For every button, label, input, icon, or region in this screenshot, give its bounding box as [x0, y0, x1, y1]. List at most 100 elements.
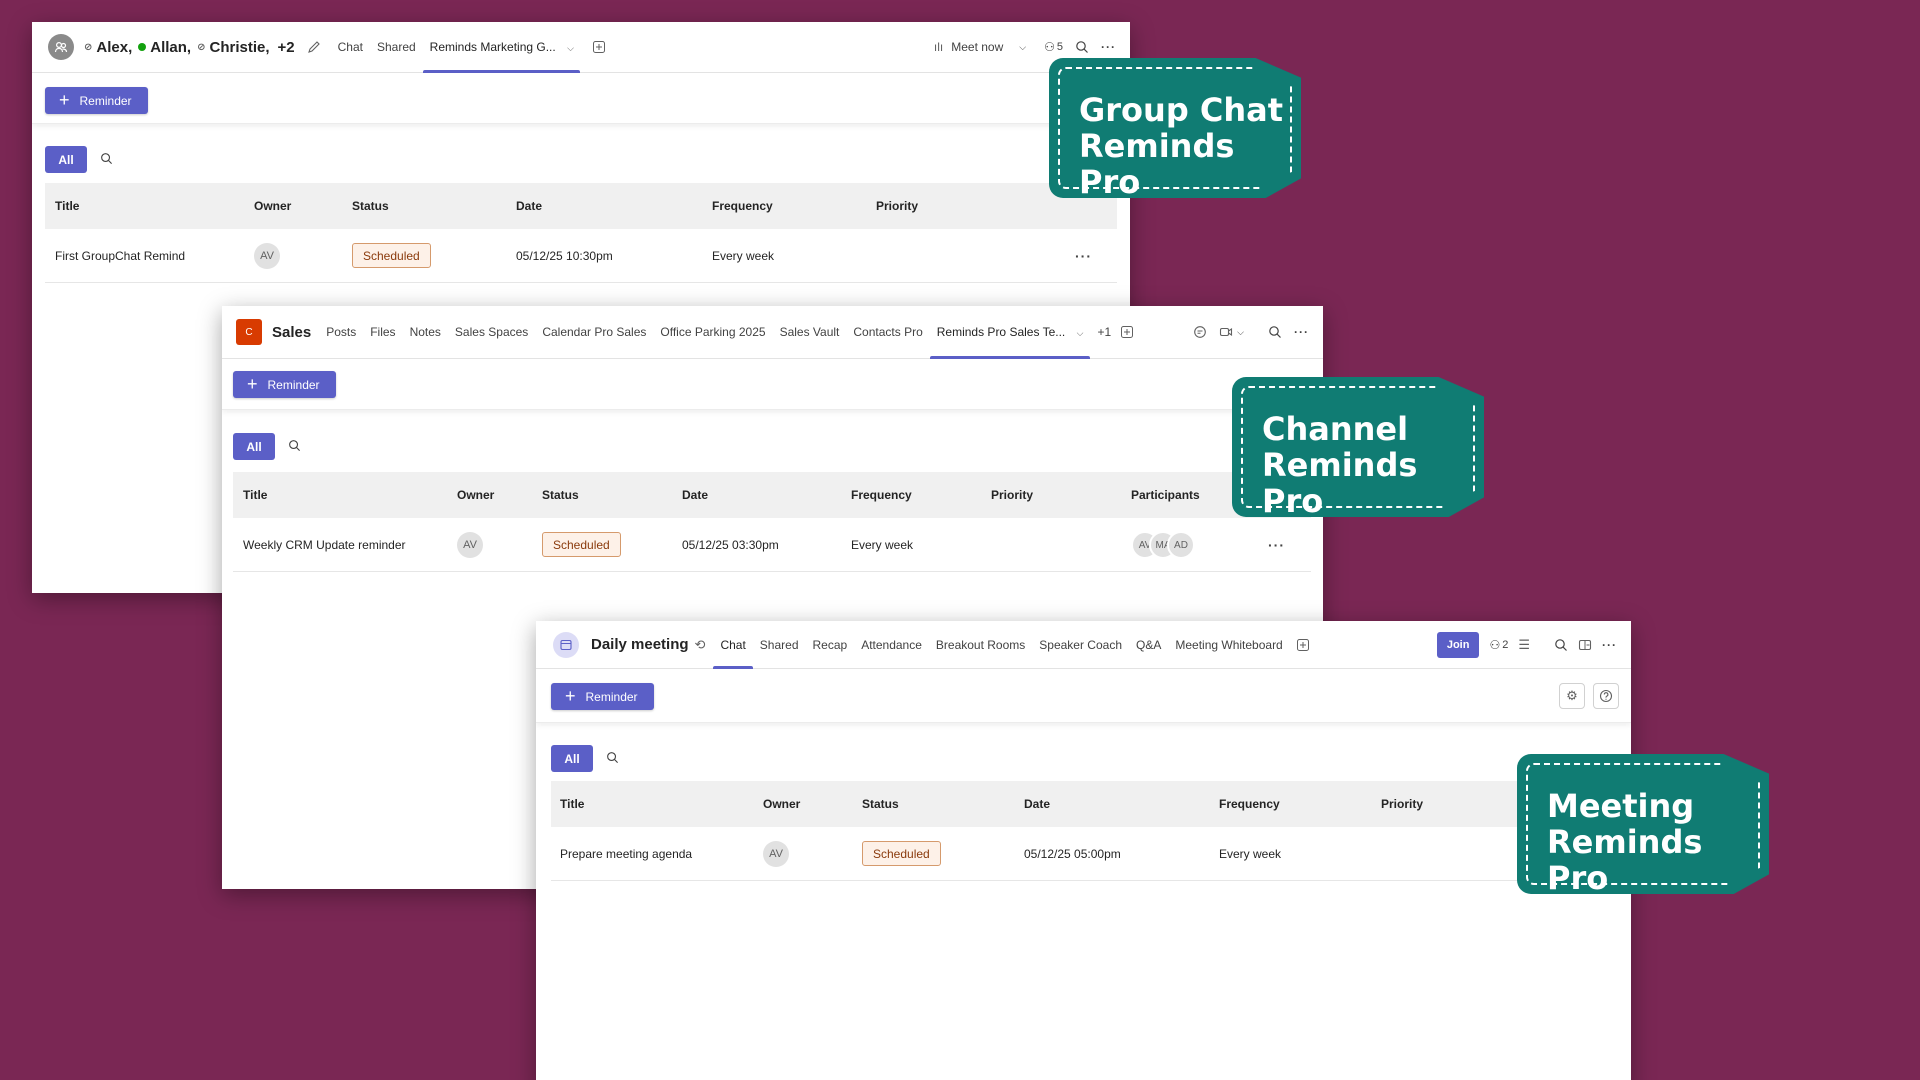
- column-frequency[interactable]: Frequency: [1219, 781, 1280, 827]
- column-date[interactable]: Date: [516, 183, 542, 229]
- people-icon: ⚇: [1044, 40, 1055, 54]
- column-owner[interactable]: Owner: [763, 781, 800, 827]
- tab-shared[interactable]: Shared: [753, 621, 806, 669]
- add-reminder-button[interactable]: + Reminder: [233, 371, 336, 398]
- row-more-options-icon[interactable]: ···: [1268, 518, 1285, 572]
- participants-button[interactable]: ⚇ 5: [1044, 40, 1063, 54]
- column-priority[interactable]: Priority: [1381, 781, 1423, 827]
- column-owner[interactable]: Owner: [254, 183, 291, 229]
- reminder-frequency: Every week: [851, 538, 914, 552]
- reminder-date: 05/12/25 10:30pm: [516, 249, 613, 263]
- column-date[interactable]: Date: [682, 472, 708, 518]
- add-reminder-button[interactable]: + Reminder: [551, 683, 654, 710]
- chat-bubble-icon[interactable]: [1193, 325, 1207, 339]
- column-title[interactable]: Title: [560, 781, 584, 827]
- reminder-frequency: Every week: [1219, 847, 1282, 861]
- tab-qna[interactable]: Q&A: [1129, 621, 1168, 669]
- tab-posts[interactable]: Posts: [319, 306, 363, 359]
- tab-chat[interactable]: Chat: [331, 22, 370, 73]
- tab-speaker-coach[interactable]: Speaker Coach: [1032, 621, 1129, 669]
- meeting-title: Daily meeting: [591, 636, 689, 653]
- column-status[interactable]: Status: [352, 183, 389, 229]
- reminder-title[interactable]: First GroupChat Remind: [55, 229, 185, 283]
- audio-wave-icon: ılı: [933, 40, 944, 54]
- callout-line-1: Group Chat: [1079, 91, 1284, 129]
- add-tab-icon[interactable]: [592, 40, 606, 54]
- tab-attendance[interactable]: Attendance: [854, 621, 929, 669]
- column-frequency[interactable]: Frequency: [851, 472, 912, 518]
- search-icon[interactable]: [606, 751, 619, 769]
- list-icon[interactable]: ☰: [1518, 637, 1530, 653]
- team-avatar[interactable]: C: [236, 319, 262, 345]
- participants-count: 2: [1502, 638, 1509, 651]
- search-icon[interactable]: [1268, 325, 1282, 339]
- video-camera-icon: [1219, 325, 1233, 339]
- tab-sales-vault[interactable]: Sales Vault: [773, 306, 847, 359]
- reminder-title[interactable]: Prepare meeting agenda: [560, 827, 692, 881]
- table-row[interactable]: Weekly CRM Update reminder AV Scheduled …: [233, 518, 1311, 572]
- reminder-toolbar: + Reminder ⚙: [536, 669, 1631, 723]
- channel-callout: Channel Reminds Pro: [1232, 377, 1484, 517]
- more-options-icon[interactable]: ···: [1294, 325, 1309, 339]
- column-status[interactable]: Status: [542, 472, 579, 518]
- participant-list[interactable]: ⊘ Alex, Allan, ⊘ Christie, +2: [84, 39, 295, 56]
- search-icon[interactable]: [288, 439, 301, 457]
- tab-label: Reminds Pro Sales Te...: [936, 324, 1066, 339]
- popout-icon[interactable]: [1578, 638, 1592, 652]
- tab-sales-spaces[interactable]: Sales Spaces: [448, 306, 535, 359]
- tab-chat[interactable]: Chat: [713, 621, 754, 669]
- callout-line-1: Channel: [1262, 410, 1409, 448]
- edit-pencil-icon[interactable]: [307, 40, 321, 54]
- tab-shared[interactable]: Shared: [370, 22, 423, 73]
- table-row[interactable]: Prepare meeting agenda AV Scheduled 05/1…: [551, 827, 1621, 881]
- reminder-title[interactable]: Weekly CRM Update reminder: [243, 518, 406, 572]
- column-priority[interactable]: Priority: [991, 472, 1033, 518]
- tab-reminds-pro-sales[interactable]: Reminds Pro Sales Te... ⌵: [929, 306, 1091, 359]
- group-avatar: [48, 34, 74, 60]
- column-title[interactable]: Title: [243, 472, 267, 518]
- participant-avatar: AD: [1167, 531, 1195, 559]
- search-icon[interactable]: [1554, 638, 1568, 652]
- reminder-toolbar: + Reminder: [32, 73, 1130, 124]
- table-header: Title Owner Status Date Frequency Priori…: [233, 472, 1311, 518]
- tab-breakout-rooms[interactable]: Breakout Rooms: [929, 621, 1032, 669]
- participants-button[interactable]: ⚇ 2: [1489, 638, 1508, 652]
- tab-recap[interactable]: Recap: [806, 621, 855, 669]
- video-call-button[interactable]: ⌵: [1219, 325, 1244, 339]
- column-frequency[interactable]: Frequency: [712, 183, 773, 229]
- filter-all-button[interactable]: All: [45, 146, 87, 173]
- settings-gear-icon[interactable]: ⚙: [1559, 683, 1585, 709]
- add-tab-icon[interactable]: [1120, 325, 1134, 339]
- help-icon[interactable]: [1593, 683, 1619, 709]
- callout-line-2: Reminds Pro: [1079, 127, 1235, 201]
- tab-meeting-whiteboard[interactable]: Meeting Whiteboard: [1168, 621, 1289, 669]
- status-badge: Scheduled: [542, 532, 621, 557]
- more-tabs-count[interactable]: +1: [1090, 306, 1118, 359]
- column-participants[interactable]: Participants: [1131, 472, 1200, 518]
- tab-contacts-pro[interactable]: Contacts Pro: [846, 306, 929, 359]
- more-options-icon[interactable]: ···: [1101, 40, 1116, 54]
- team-name[interactable]: Sales: [272, 324, 311, 341]
- column-owner[interactable]: Owner: [457, 472, 494, 518]
- tab-files[interactable]: Files: [363, 306, 402, 359]
- row-more-options-icon[interactable]: ···: [1075, 229, 1092, 283]
- tab-notes[interactable]: Notes: [403, 306, 448, 359]
- column-title[interactable]: Title: [55, 183, 79, 229]
- search-icon[interactable]: [100, 152, 113, 170]
- add-tab-icon[interactable]: [1296, 638, 1310, 652]
- meet-now-button[interactable]: ılı Meet now ⌵: [934, 40, 1026, 54]
- tab-office-parking[interactable]: Office Parking 2025: [653, 306, 772, 359]
- search-icon[interactable]: [1075, 40, 1089, 54]
- tab-reminds-marketing[interactable]: Reminds Marketing G... ⌵: [422, 22, 581, 73]
- join-button[interactable]: Join: [1436, 631, 1480, 658]
- more-options-icon[interactable]: ···: [1602, 638, 1617, 652]
- filter-all-button[interactable]: All: [551, 745, 593, 772]
- add-reminder-button[interactable]: + Reminder: [45, 87, 148, 114]
- filter-all-button[interactable]: All: [233, 433, 275, 460]
- column-status[interactable]: Status: [862, 781, 899, 827]
- tab-calendar-pro-sales[interactable]: Calendar Pro Sales: [535, 306, 653, 359]
- column-date[interactable]: Date: [1024, 781, 1050, 827]
- table-row[interactable]: First GroupChat Remind AV Scheduled 05/1…: [45, 229, 1117, 283]
- participant-name: Christie,: [209, 38, 270, 56]
- column-priority[interactable]: Priority: [876, 183, 918, 229]
